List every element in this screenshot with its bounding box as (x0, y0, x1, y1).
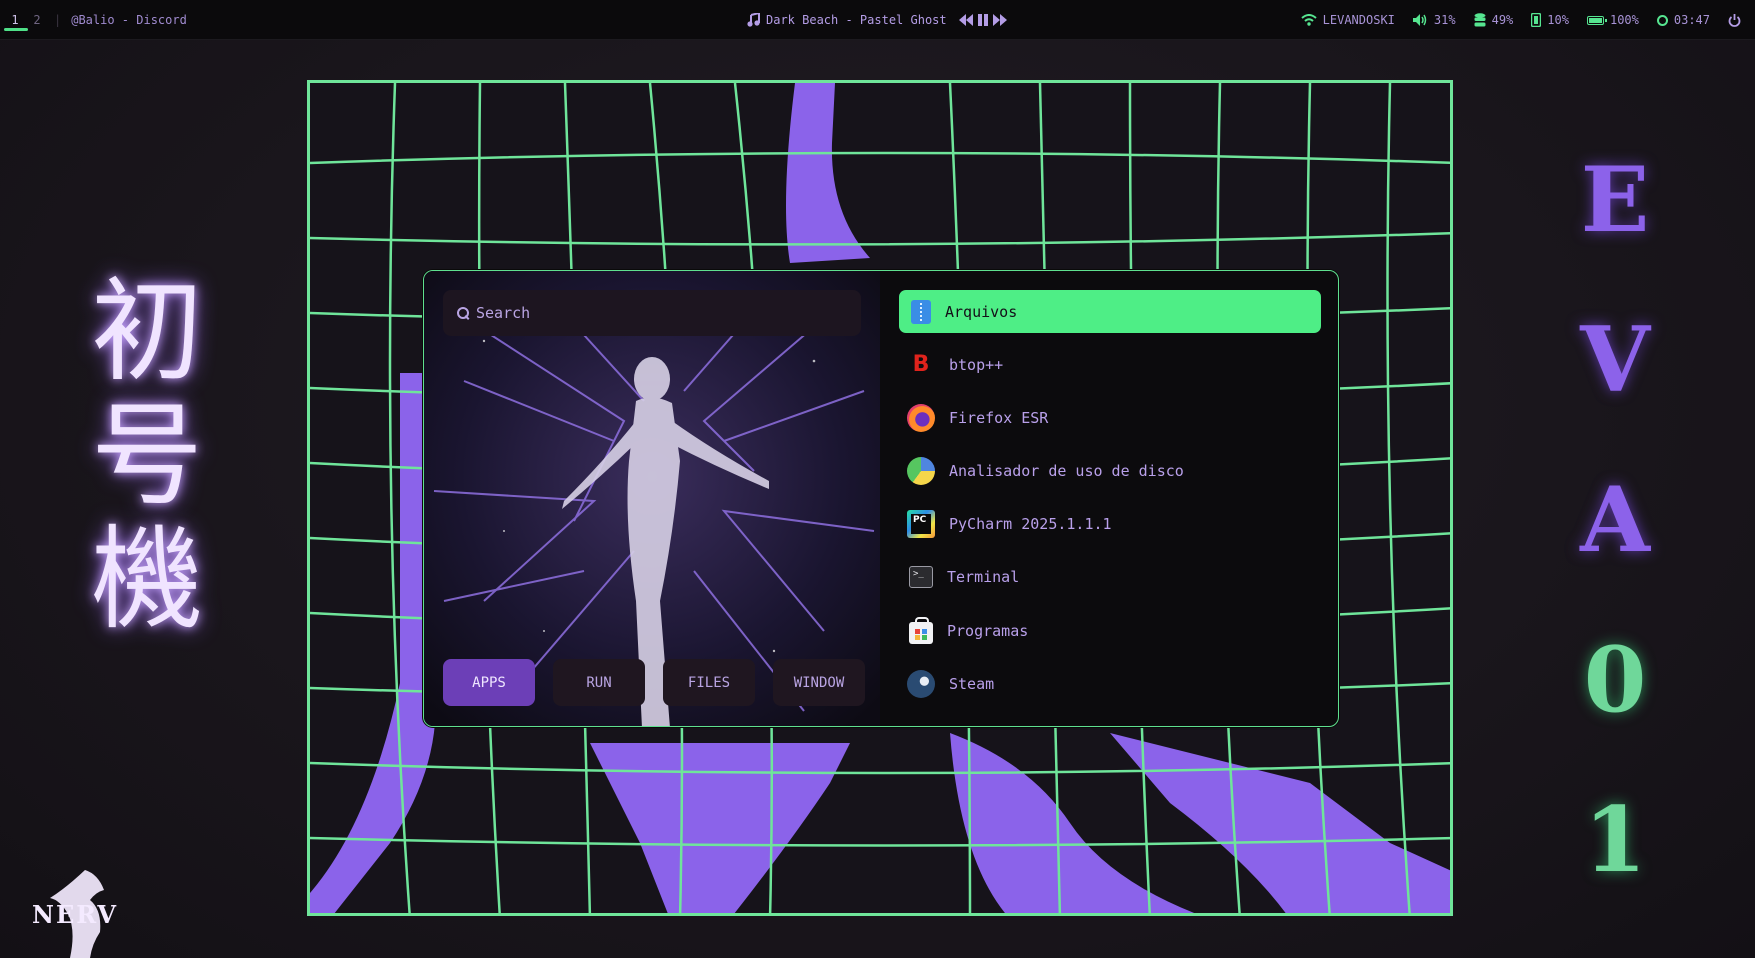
tab-window[interactable]: WINDOW (773, 659, 865, 706)
top-bar: 1 2 | @Balio - Discord Dark Beach - Past… (0, 0, 1755, 40)
app-item-firefox[interactable]: Firefox ESR (899, 396, 1321, 439)
app-item-disk-usage[interactable]: Analisador de uso de disco (899, 450, 1321, 493)
media-track-title: Dark Beach - Pastel Ghost (766, 13, 947, 27)
app-label: Firefox ESR (949, 408, 1049, 427)
app-launcher: Search APPS RUN FILES WINDOW Arquivos B … (423, 270, 1339, 727)
disk-status: 49% (1474, 13, 1514, 27)
eva-letter: 0 (1583, 627, 1647, 733)
app-label: Steam (949, 674, 995, 693)
memory-icon (1531, 13, 1542, 27)
eva-letter: 1 (1583, 787, 1647, 893)
previous-track-icon[interactable] (958, 14, 973, 26)
nerv-logo-text: NERV (32, 900, 118, 929)
kanji-char: 機 (91, 515, 203, 645)
eva-letter: A (1580, 467, 1650, 573)
eva-letter: E (1580, 147, 1650, 253)
battery-status: 100% (1586, 13, 1639, 27)
app-item-steam[interactable]: Steam (899, 662, 1321, 705)
wifi-label: LEVANDOSKI (1322, 13, 1395, 27)
battery-label: 100% (1609, 13, 1639, 27)
app-item-pycharm[interactable]: PyCharm 2025.1.1.1 (899, 503, 1321, 546)
launcher-left-panel: Search APPS RUN FILES WINDOW (424, 271, 880, 726)
clock-status[interactable]: 03:47 (1656, 13, 1710, 27)
disk-label: 49% (1491, 13, 1514, 27)
status-area: LEVANDOSKI 31% 49% 10% 100% 03:47 (1301, 0, 1741, 40)
nerv-logo: NERV (30, 870, 130, 958)
search-placeholder: Search (476, 304, 531, 322)
memory-status: 10% (1531, 13, 1569, 27)
battery-icon (1586, 15, 1607, 25)
app-item-terminal[interactable]: >_ Terminal (899, 556, 1321, 599)
files-icon (911, 299, 931, 324)
volume-status[interactable]: 31% (1412, 13, 1456, 27)
launcher-mode-tabs: APPS RUN FILES WINDOW (443, 659, 865, 706)
workspace-2[interactable]: 2 (26, 13, 48, 27)
volume-label: 31% (1433, 13, 1456, 27)
software-store-icon (909, 616, 933, 644)
eva-letter: V (1580, 307, 1650, 413)
volume-icon (1412, 14, 1427, 26)
wallpaper-eva-text: E V A 0 1 (1565, 120, 1665, 920)
app-label: Arquivos (945, 302, 1018, 321)
workspace-1[interactable]: 1 (4, 13, 28, 31)
search-icon (457, 307, 469, 319)
kanji-char: 初 (91, 267, 203, 397)
tab-files[interactable]: FILES (663, 659, 755, 706)
tab-run[interactable]: RUN (553, 659, 645, 706)
app-item-programas[interactable]: Programas (899, 609, 1321, 652)
power-icon[interactable] (1728, 13, 1741, 27)
app-item-arquivos[interactable]: Arquivos (899, 290, 1321, 333)
disk-usage-icon (907, 457, 935, 486)
active-window-title: @Balio - Discord (71, 12, 187, 27)
pycharm-icon (907, 510, 935, 539)
firefox-icon (907, 403, 935, 432)
wifi-icon (1301, 14, 1317, 26)
next-track-icon[interactable] (992, 14, 1007, 26)
app-label: PyCharm 2025.1.1.1 (949, 515, 1112, 534)
kanji-char: 号 (91, 391, 203, 521)
steam-icon (907, 669, 935, 698)
app-label: Analisador de uso de disco (949, 462, 1184, 481)
search-input[interactable]: Search (443, 290, 861, 336)
clock-icon (1656, 14, 1668, 26)
app-label: btop++ (949, 355, 1004, 374)
wallpaper-kanji: 初 号 機 (82, 270, 212, 642)
app-item-btop[interactable]: B btop++ (899, 343, 1321, 386)
pause-icon[interactable] (977, 14, 989, 26)
btop-icon: B (912, 352, 930, 378)
wifi-status[interactable]: LEVANDOSKI (1301, 13, 1395, 27)
terminal-icon: >_ (909, 566, 933, 589)
music-note-icon (747, 13, 760, 27)
clock-label: 03:47 (1673, 13, 1710, 27)
database-icon (1474, 13, 1486, 27)
media-player: Dark Beach - Pastel Ghost (747, 0, 1007, 40)
app-list: Arquivos B btop++ Firefox ESR Analisador… (899, 290, 1321, 716)
tab-apps[interactable]: APPS (443, 659, 535, 706)
memory-label: 10% (1547, 13, 1569, 27)
app-label: Programas (947, 621, 1029, 640)
app-label: Terminal (947, 568, 1020, 587)
